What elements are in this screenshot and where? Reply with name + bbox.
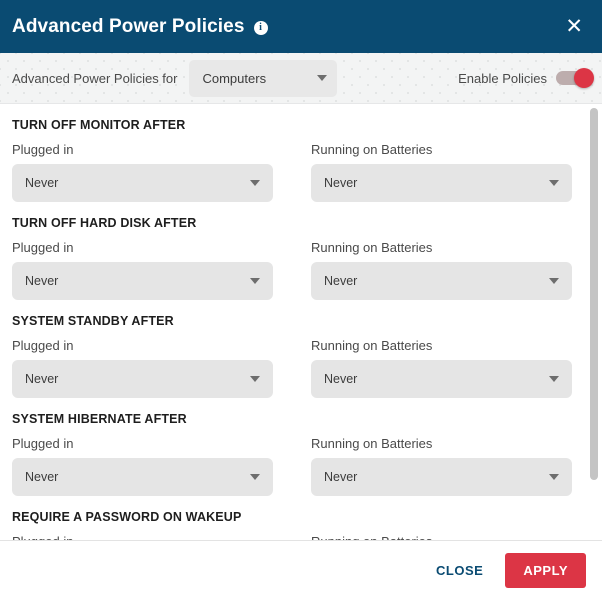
scope-select[interactable]: Computers	[189, 60, 337, 97]
field-label-battery: Running on Batteries	[311, 338, 572, 353]
scrollbar-track[interactable]	[590, 104, 598, 540]
field-label-battery: Running on Batteries	[311, 436, 572, 451]
field-row: Plugged in Never Running on Batteries Ne…	[12, 240, 572, 312]
dropdown-monitor-battery[interactable]: Never	[311, 164, 572, 202]
close-button[interactable]: CLOSE	[424, 554, 495, 587]
policy-section-hibernate: SYSTEM HIBERNATE AFTER Plugged in Never …	[12, 412, 572, 508]
dropdown-value: Never	[324, 274, 549, 288]
field-col-plugged: Plugged in Never	[12, 338, 273, 410]
scrollbar-thumb[interactable]	[590, 108, 598, 480]
field-col-battery: Running on Batteries Never	[311, 142, 572, 214]
field-label-battery: Running on Batteries	[311, 534, 572, 540]
policy-list: TURN OFF MONITOR AFTER Plugged in Never …	[0, 118, 602, 540]
policy-section-hard-disk: TURN OFF HARD DISK AFTER Plugged in Neve…	[12, 216, 572, 312]
dropdown-standby-battery[interactable]: Never	[311, 360, 572, 398]
chevron-down-icon	[250, 278, 260, 284]
section-title: REQUIRE A PASSWORD ON WAKEUP	[12, 510, 572, 524]
chevron-down-icon	[250, 180, 260, 186]
policy-section-standby: SYSTEM STANDBY AFTER Plugged in Never Ru…	[12, 314, 572, 410]
dropdown-value: Never	[324, 470, 549, 484]
dropdown-value: Never	[324, 176, 549, 190]
dropdown-standby-plugged[interactable]: Never	[12, 360, 273, 398]
field-row: Plugged in Never Running on Batteries Ne…	[12, 338, 572, 410]
field-row: Plugged in Running on Batteries	[12, 534, 572, 540]
field-col-battery: Running on Batteries Never	[311, 240, 572, 312]
field-col-battery: Running on Batteries Never	[311, 338, 572, 410]
dropdown-value: Never	[324, 372, 549, 386]
field-label-battery: Running on Batteries	[311, 240, 572, 255]
toggle-knob	[574, 68, 594, 88]
section-title: SYSTEM HIBERNATE AFTER	[12, 412, 572, 426]
section-title: TURN OFF MONITOR AFTER	[12, 118, 572, 132]
info-icon[interactable]: i	[254, 21, 268, 35]
field-label-plugged: Plugged in	[12, 240, 273, 255]
scope-select-value: Computers	[202, 71, 317, 86]
dialog-title: Advanced Power Policies	[12, 16, 245, 38]
field-label-plugged: Plugged in	[12, 436, 273, 451]
field-col-plugged: Plugged in Never	[12, 142, 273, 214]
field-row: Plugged in Never Running on Batteries Ne…	[12, 142, 572, 214]
chevron-down-icon	[250, 376, 260, 382]
dropdown-value: Never	[25, 372, 250, 386]
scope-label: Advanced Power Policies for	[12, 71, 177, 86]
dropdown-harddisk-battery[interactable]: Never	[311, 262, 572, 300]
field-label-plugged: Plugged in	[12, 338, 273, 353]
field-col-plugged: Plugged in Never	[12, 240, 273, 312]
dropdown-monitor-plugged[interactable]: Never	[12, 164, 273, 202]
advanced-power-policies-dialog: Advanced Power Policies i ✕ Advanced Pow…	[0, 0, 602, 600]
enable-policies-label: Enable Policies	[458, 71, 547, 86]
field-col-battery: Running on Batteries	[311, 534, 572, 540]
dropdown-value: Never	[25, 470, 250, 484]
chevron-down-icon	[317, 75, 327, 81]
dialog-footer: CLOSE APPLY	[0, 540, 602, 600]
section-title: SYSTEM STANDBY AFTER	[12, 314, 572, 328]
section-title: TURN OFF HARD DISK AFTER	[12, 216, 572, 230]
field-col-plugged: Plugged in	[12, 534, 273, 540]
dropdown-value: Never	[25, 176, 250, 190]
field-col-battery: Running on Batteries Never	[311, 436, 572, 508]
apply-button[interactable]: APPLY	[505, 553, 586, 588]
field-label-plugged: Plugged in	[12, 534, 273, 540]
dropdown-harddisk-plugged[interactable]: Never	[12, 262, 273, 300]
chevron-down-icon	[549, 474, 559, 480]
dialog-titlebar: Advanced Power Policies i ✕	[0, 0, 602, 53]
chevron-down-icon	[549, 376, 559, 382]
enable-policies-group: Enable Policies	[458, 71, 590, 86]
dropdown-hibernate-battery[interactable]: Never	[311, 458, 572, 496]
field-label-plugged: Plugged in	[12, 142, 273, 157]
field-label-battery: Running on Batteries	[311, 142, 572, 157]
enable-policies-toggle[interactable]	[556, 71, 590, 85]
policy-section-password-wakeup: REQUIRE A PASSWORD ON WAKEUP Plugged in …	[12, 510, 572, 540]
dropdown-hibernate-plugged[interactable]: Never	[12, 458, 273, 496]
chevron-down-icon	[549, 180, 559, 186]
chevron-down-icon	[549, 278, 559, 284]
field-row: Plugged in Never Running on Batteries Ne…	[12, 436, 572, 508]
policy-section-monitor: TURN OFF MONITOR AFTER Plugged in Never …	[12, 118, 572, 214]
dropdown-value: Never	[25, 274, 250, 288]
chevron-down-icon	[250, 474, 260, 480]
field-col-plugged: Plugged in Never	[12, 436, 273, 508]
close-icon[interactable]: ✕	[562, 14, 586, 39]
dialog-toolbar: Advanced Power Policies for Computers En…	[0, 53, 602, 104]
policy-list-scroll-area: TURN OFF MONITOR AFTER Plugged in Never …	[0, 104, 602, 540]
